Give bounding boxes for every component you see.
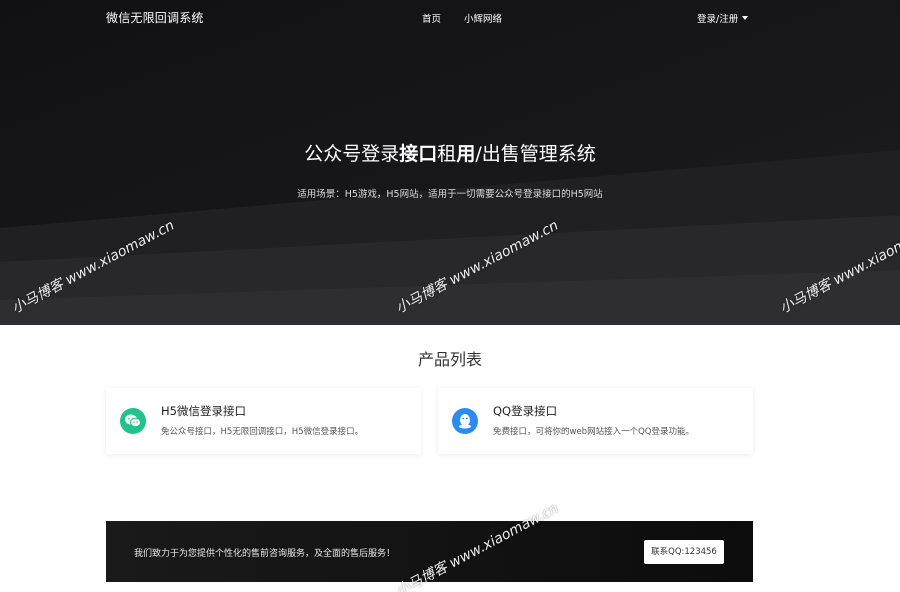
login-register-label: 登录/注册 (697, 14, 739, 25)
login-register-dropdown[interactable]: 登录/注册 (697, 11, 749, 25)
nav-link-xiaohui[interactable]: 小辉网络 (464, 11, 502, 25)
brand-title[interactable]: 微信无限回调系统 (106, 9, 204, 26)
contact-qq-button[interactable]: 联系QQ:123456 (644, 540, 724, 564)
product-card-wechat[interactable]: H5微信登录接口 免公众号接口，H5无限回调接口，H5微信登录接口。 (106, 388, 421, 454)
contact-banner-text: 我们致力于为您提供个性化的售前咨询服务，及全面的售后服务！ (134, 549, 396, 559)
caret-down-icon (742, 16, 749, 20)
product-desc: 免公众号接口，H5无限回调接口，H5微信登录接口。 (161, 427, 364, 437)
product-desc: 免费接口，可将你的web网站接入一个QQ登录功能。 (493, 427, 694, 437)
product-name: QQ登录接口 (493, 404, 558, 418)
nav-link-home[interactable]: 首页 (422, 11, 441, 25)
qq-icon (452, 408, 478, 434)
wechat-icon (120, 408, 146, 434)
product-name: H5微信登录接口 (161, 404, 246, 418)
product-card-qq[interactable]: QQ登录接口 免费接口，可将你的web网站接入一个QQ登录功能。 (438, 388, 753, 454)
top-nav: 微信无限回调系统 首页 小辉网络 登录/注册 (0, 0, 900, 34)
hero-title: 公众号登录接口租用/出售管理系统 (304, 143, 596, 165)
hero-subtitle: 适用场景：H5游戏，H5网站，适用于一切需要公众号登录接口的H5网站 (297, 189, 603, 200)
products-title: 产品列表 (417, 350, 482, 369)
